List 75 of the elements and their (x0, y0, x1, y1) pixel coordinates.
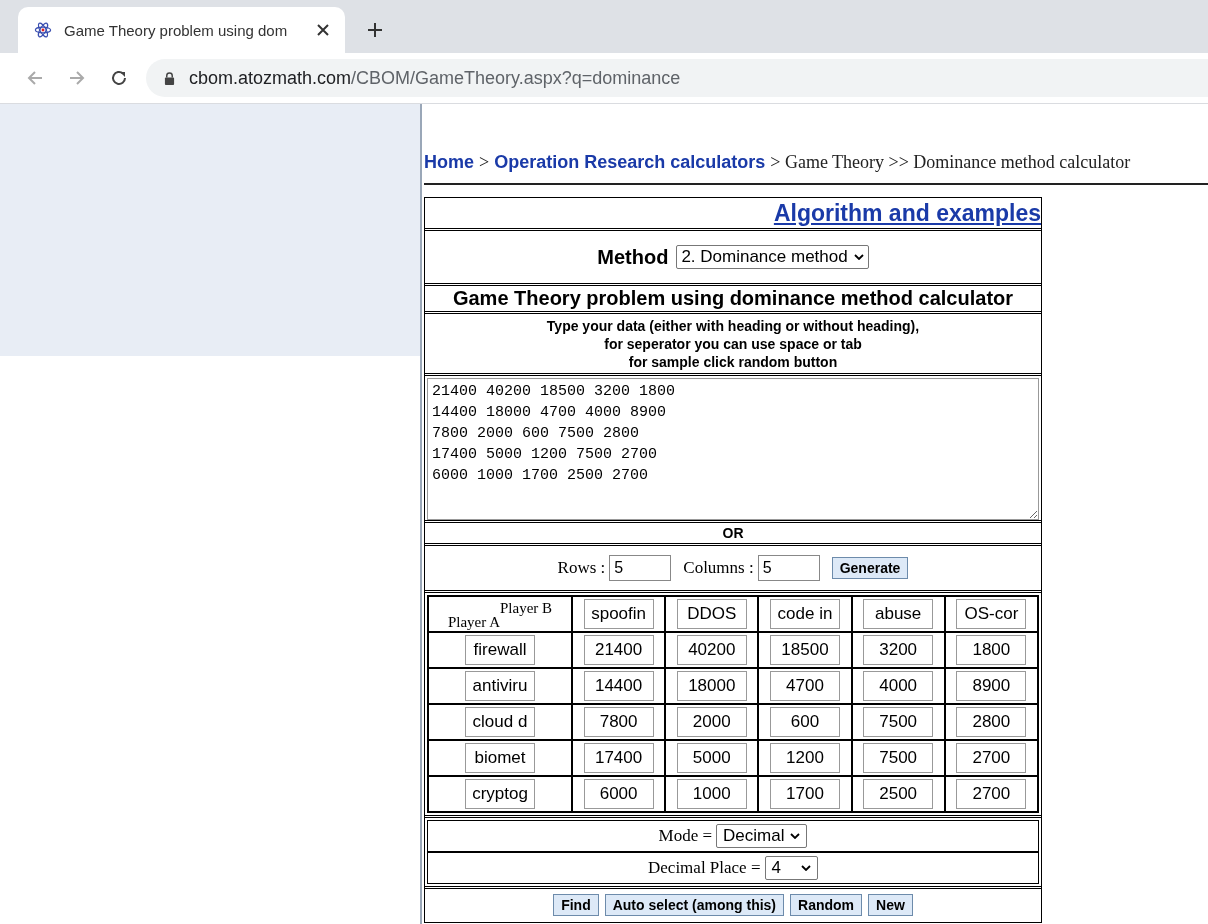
tab-title: Game Theory problem using dom (64, 21, 289, 39)
data-textarea[interactable]: 21400 40200 18500 3200 1800 14400 18000 4700 4000 8900 7800 2000 600 7500 2800 17400 5000 1200 7500 2700 6000 1000 1700 2500 2700 (427, 378, 1039, 520)
column-header-input[interactable]: abuse (863, 599, 934, 629)
reload-icon[interactable] (110, 69, 128, 87)
payoff-input[interactable]: 40200 (676, 635, 747, 665)
algorithm-link[interactable]: Algorithm and examples (773, 198, 1041, 228)
column-header-input[interactable]: spoofin (583, 599, 654, 629)
browser-tab[interactable]: Game Theory problem using dom (18, 7, 345, 53)
payoff-input[interactable]: 7500 (863, 707, 934, 737)
action-button[interactable]: Random (790, 894, 863, 916)
instruction-text: Type your data (either with heading or without heading), (546, 317, 920, 335)
payoff-input[interactable]: 21400 (583, 635, 654, 665)
rows-label: Rows : (557, 558, 606, 578)
breadcrumb-separator: > (479, 152, 490, 173)
payoff-input[interactable]: 1200 (769, 743, 840, 773)
payoff-input[interactable]: 18000 (676, 671, 747, 701)
player-a-label: Player A (447, 614, 500, 630)
action-button[interactable]: Auto select (among this) (604, 894, 785, 916)
mode-label: Mode = (658, 826, 713, 846)
row-header-input[interactable]: cryptog (465, 779, 535, 809)
calculator-heading: Game Theory problem using dominance method calculator (452, 286, 1014, 311)
breadcrumb-link[interactable]: Operation Research calculators (494, 152, 766, 173)
player-b-label: Player B (500, 600, 553, 616)
payoff-input[interactable]: 3200 (863, 635, 934, 665)
payoff-input[interactable]: 2700 (956, 779, 1027, 809)
payoff-input[interactable]: 6000 (583, 779, 654, 809)
row-header-input[interactable]: antiviru (465, 671, 535, 701)
payoff-input[interactable]: 2000 (676, 707, 747, 737)
chevron-down-icon (790, 833, 801, 839)
payoff-input[interactable]: 1800 (956, 635, 1027, 665)
chevron-down-icon (853, 254, 864, 260)
column-header-input[interactable]: DDOS (676, 599, 747, 629)
method-dropdown[interactable]: 2. Dominance method (676, 245, 869, 269)
lock-icon (164, 71, 175, 85)
payoff-input[interactable]: 4700 (769, 671, 840, 701)
new-tab-icon[interactable] (367, 22, 383, 38)
payoff-input[interactable]: 17400 (583, 743, 654, 773)
action-button[interactable]: New (868, 894, 913, 916)
columns-input[interactable]: 5 (757, 555, 820, 581)
instruction-text: for seperator you can use space or tab (604, 335, 862, 353)
payoff-input[interactable]: 5000 (676, 743, 747, 773)
payoff-input[interactable]: 1700 (769, 779, 840, 809)
payoff-input[interactable]: 14400 (583, 671, 654, 701)
row-header-input[interactable]: biomet (465, 743, 535, 773)
payoff-input[interactable]: 7500 (863, 743, 934, 773)
column-header-input[interactable]: code in (769, 599, 840, 629)
payoff-input[interactable]: 2800 (956, 707, 1027, 737)
decimal-place-label: Decimal Place = (648, 858, 761, 878)
mode-dropdown[interactable]: Decimal (716, 824, 808, 848)
payoff-input[interactable]: 7800 (583, 707, 654, 737)
payoff-input[interactable]: 4000 (863, 671, 934, 701)
or-label: OR (722, 524, 744, 543)
address-bar[interactable]: cbom.atozmath.com/CBOM/GameTheory.aspx?q=dominance (146, 59, 1208, 97)
payoff-input[interactable]: 8900 (956, 671, 1027, 701)
atom-icon (34, 21, 52, 39)
row-header-input[interactable]: firewall (465, 635, 535, 665)
chevron-down-icon (800, 865, 811, 871)
decimal-place-dropdown[interactable]: 4 (764, 856, 818, 880)
generate-button[interactable]: Generate (831, 557, 909, 579)
breadcrumb-link[interactable]: Home (424, 152, 474, 173)
column-header-input[interactable]: OS-cor (956, 599, 1027, 629)
url-text: cbom.atozmath.com/CBOM/GameTheory.aspx?q=dominance (189, 67, 681, 89)
payoff-input[interactable]: 2700 (956, 743, 1027, 773)
payoff-input[interactable]: 600 (769, 707, 840, 737)
columns-label: Columns : (683, 558, 754, 578)
payoff-input[interactable]: 18500 (769, 635, 840, 665)
breadcrumb-text: > Game Theory >> Dominance method calculator (770, 152, 1131, 173)
close-icon[interactable] (317, 24, 329, 36)
rows-input[interactable]: 5 (609, 555, 672, 581)
action-button[interactable]: Find (553, 894, 599, 916)
instruction-text: for sample click random button (628, 353, 838, 371)
row-header-input[interactable]: cloud d (465, 707, 535, 737)
payoff-input[interactable]: 2500 (863, 779, 934, 809)
method-label: Method (597, 245, 669, 269)
payoff-input[interactable]: 1000 (676, 779, 747, 809)
